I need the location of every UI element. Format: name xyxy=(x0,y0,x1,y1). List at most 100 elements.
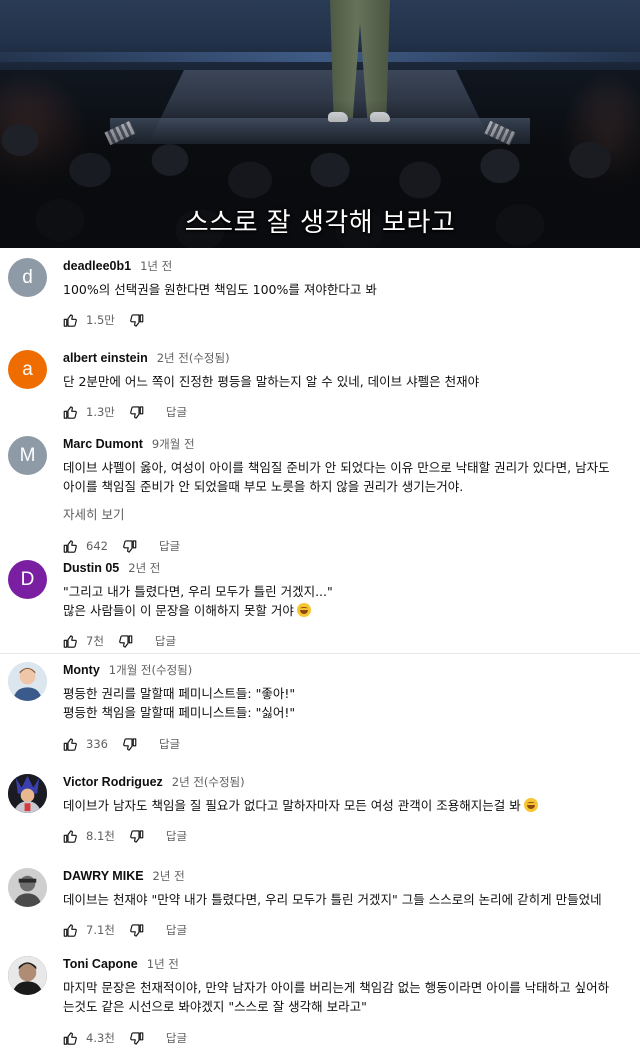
laughing-emoji-icon xyxy=(523,798,538,812)
thumbs-up-icon xyxy=(63,737,77,751)
avatar-letter: a xyxy=(22,358,33,380)
thumbs-down-icon xyxy=(130,829,144,843)
comment-header: Dustin 05 2년 전 xyxy=(63,560,634,576)
comment-time[interactable]: 2년 전(수정됨) xyxy=(157,351,230,365)
reply-button[interactable]: 답글 xyxy=(166,404,187,420)
comment-time[interactable]: 1년 전 xyxy=(147,957,179,971)
comment-header: albert einstein 2년 전(수정됨) xyxy=(63,350,634,366)
avatar[interactable]: d xyxy=(8,258,47,297)
like-count: 8.1천 xyxy=(86,829,115,843)
comment-header: DAWRY MIKE 2년 전 xyxy=(63,868,634,884)
thumbs-up-icon xyxy=(63,405,77,419)
comment-author[interactable]: albert einstein xyxy=(63,351,148,365)
thumbs-down-icon xyxy=(123,539,137,553)
dislike-button[interactable] xyxy=(129,829,144,844)
thumbs-down-icon xyxy=(130,1031,144,1045)
person-photo-icon xyxy=(8,662,47,701)
avatar[interactable] xyxy=(8,774,47,813)
comment-time[interactable]: 1개월 전(수정됨) xyxy=(109,663,192,677)
dislike-button[interactable] xyxy=(129,313,144,328)
thumbs-up-icon xyxy=(63,1031,77,1045)
thumbs-down-icon xyxy=(130,923,144,937)
dislike-button[interactable] xyxy=(118,634,133,649)
avatar[interactable]: a xyxy=(8,350,47,389)
like-count: 336 xyxy=(86,737,108,751)
thumbs-up-icon xyxy=(63,539,77,553)
comment-text: 데이브는 천재야 "만약 내가 틀렸다면, 우리 모두가 틀린 거겠지" 그들 … xyxy=(63,892,602,907)
like-button[interactable]: 4.3천 xyxy=(63,1030,115,1046)
video-player[interactable]: 스스로 잘 생각해 보라고 xyxy=(0,0,640,248)
avatar-letter: d xyxy=(22,266,33,288)
laughing-emoji-icon xyxy=(296,603,311,617)
thumbs-down-icon xyxy=(123,737,137,751)
comment-text: 데이브가 남자도 책임을 질 필요가 없다고 말하자마자 모든 여성 관객이 조… xyxy=(63,796,634,815)
thumbs-down-icon xyxy=(119,634,133,648)
comment-text: "그리고 내가 틀렸다면, 우리 모두가 틀린 거겠지..." 많은 사람들이 … xyxy=(63,582,634,620)
comment-text-body: "그리고 내가 틀렸다면, 우리 모두가 틀린 거겠지..." 많은 사람들이 … xyxy=(63,584,333,618)
dislike-button[interactable] xyxy=(129,405,144,420)
comment-time[interactable]: 2년 전 xyxy=(128,561,160,575)
person-photo-icon xyxy=(8,868,47,907)
like-button[interactable]: 1.3만 xyxy=(63,404,115,420)
dislike-button[interactable] xyxy=(122,539,137,554)
comment-text-body: 데이브가 남자도 책임을 질 필요가 없다고 말하자마자 모든 여성 관객이 조… xyxy=(63,798,521,813)
comment-time[interactable]: 2년 전 xyxy=(153,869,185,883)
thumbs-down-icon xyxy=(130,313,144,327)
avatar-letter: D xyxy=(20,568,35,590)
comment-time[interactable]: 2년 전(수정됨) xyxy=(172,775,245,789)
comment-time[interactable]: 1년 전 xyxy=(140,259,172,273)
comment-author[interactable]: Monty xyxy=(63,663,100,677)
comment-actions: 642 답글 xyxy=(63,537,634,555)
comment-author[interactable]: DAWRY MIKE xyxy=(63,869,144,883)
avatar[interactable] xyxy=(8,662,47,701)
like-button[interactable]: 336 xyxy=(63,737,108,752)
comment-text: 데이브 샤펠이 옳아, 여성이 아이를 책임질 준비가 안 되었다는 이유 만으… xyxy=(63,460,610,494)
comment-header: Toni Capone 1년 전 xyxy=(63,956,634,972)
avatar[interactable]: M xyxy=(8,436,47,475)
like-count: 1.5만 xyxy=(86,313,115,327)
comment-header: Victor Rodriguez 2년 전(수정됨) xyxy=(63,774,634,790)
avatar-letter: M xyxy=(19,444,36,466)
comment-time[interactable]: 9개월 전 xyxy=(152,437,195,451)
comment-author[interactable]: Marc Dumont xyxy=(63,437,143,451)
reply-button[interactable]: 답글 xyxy=(166,828,187,844)
comment-author[interactable]: Victor Rodriguez xyxy=(63,775,163,789)
avatar[interactable] xyxy=(8,868,47,907)
comment-author[interactable]: Dustin 05 xyxy=(63,561,119,575)
stage-light-strip xyxy=(0,52,640,62)
reply-button[interactable]: 답글 xyxy=(159,538,180,554)
section-divider xyxy=(0,653,640,654)
thumbs-up-icon xyxy=(63,923,77,937)
reply-button[interactable]: 답글 xyxy=(166,922,187,938)
comment-actions: 1.5만 xyxy=(63,311,634,329)
reply-button[interactable]: 답글 xyxy=(159,736,180,752)
comment-header: Marc Dumont 9개월 전 xyxy=(63,436,634,452)
like-button[interactable]: 1.5만 xyxy=(63,312,115,328)
reply-button[interactable]: 답글 xyxy=(166,1030,187,1046)
video-subtitle: 스스로 잘 생각해 보라고 xyxy=(184,208,456,238)
comment-header: Monty 1개월 전(수정됨) xyxy=(63,662,634,678)
comment-text: 100%의 선택권을 원한다면 책임도 100%를 져야한다고 봐 xyxy=(63,282,377,297)
like-count: 642 xyxy=(86,539,108,553)
like-button[interactable]: 7천 xyxy=(63,633,104,649)
comment-author[interactable]: Toni Capone xyxy=(63,957,138,971)
dislike-button[interactable] xyxy=(129,1031,144,1046)
like-button[interactable]: 8.1천 xyxy=(63,828,115,844)
thumbs-down-icon xyxy=(130,405,144,419)
comment-author[interactable]: deadlee0b1 xyxy=(63,259,131,273)
avatar[interactable] xyxy=(8,956,47,995)
reply-button[interactable]: 답글 xyxy=(155,633,176,649)
dislike-button[interactable] xyxy=(129,923,144,938)
comment-actions: 336 답글 xyxy=(63,735,634,753)
like-button[interactable]: 642 xyxy=(63,539,108,554)
read-more-link[interactable]: 자세히 보기 xyxy=(63,504,634,523)
comment-actions: 7.1천 답글 xyxy=(63,921,634,939)
like-count: 7천 xyxy=(86,634,104,648)
comment-text: 마지막 문장은 천재적이야, 만약 남자가 아이를 버리는게 책임감 없는 행동… xyxy=(63,980,610,1014)
character-photo-icon xyxy=(8,774,47,813)
avatar[interactable]: D xyxy=(8,560,47,599)
dislike-button[interactable] xyxy=(122,737,137,752)
comment-actions: 7천 답글 xyxy=(63,632,634,650)
like-button[interactable]: 7.1천 xyxy=(63,922,115,938)
comment-actions: 1.3만 답글 xyxy=(63,403,634,421)
